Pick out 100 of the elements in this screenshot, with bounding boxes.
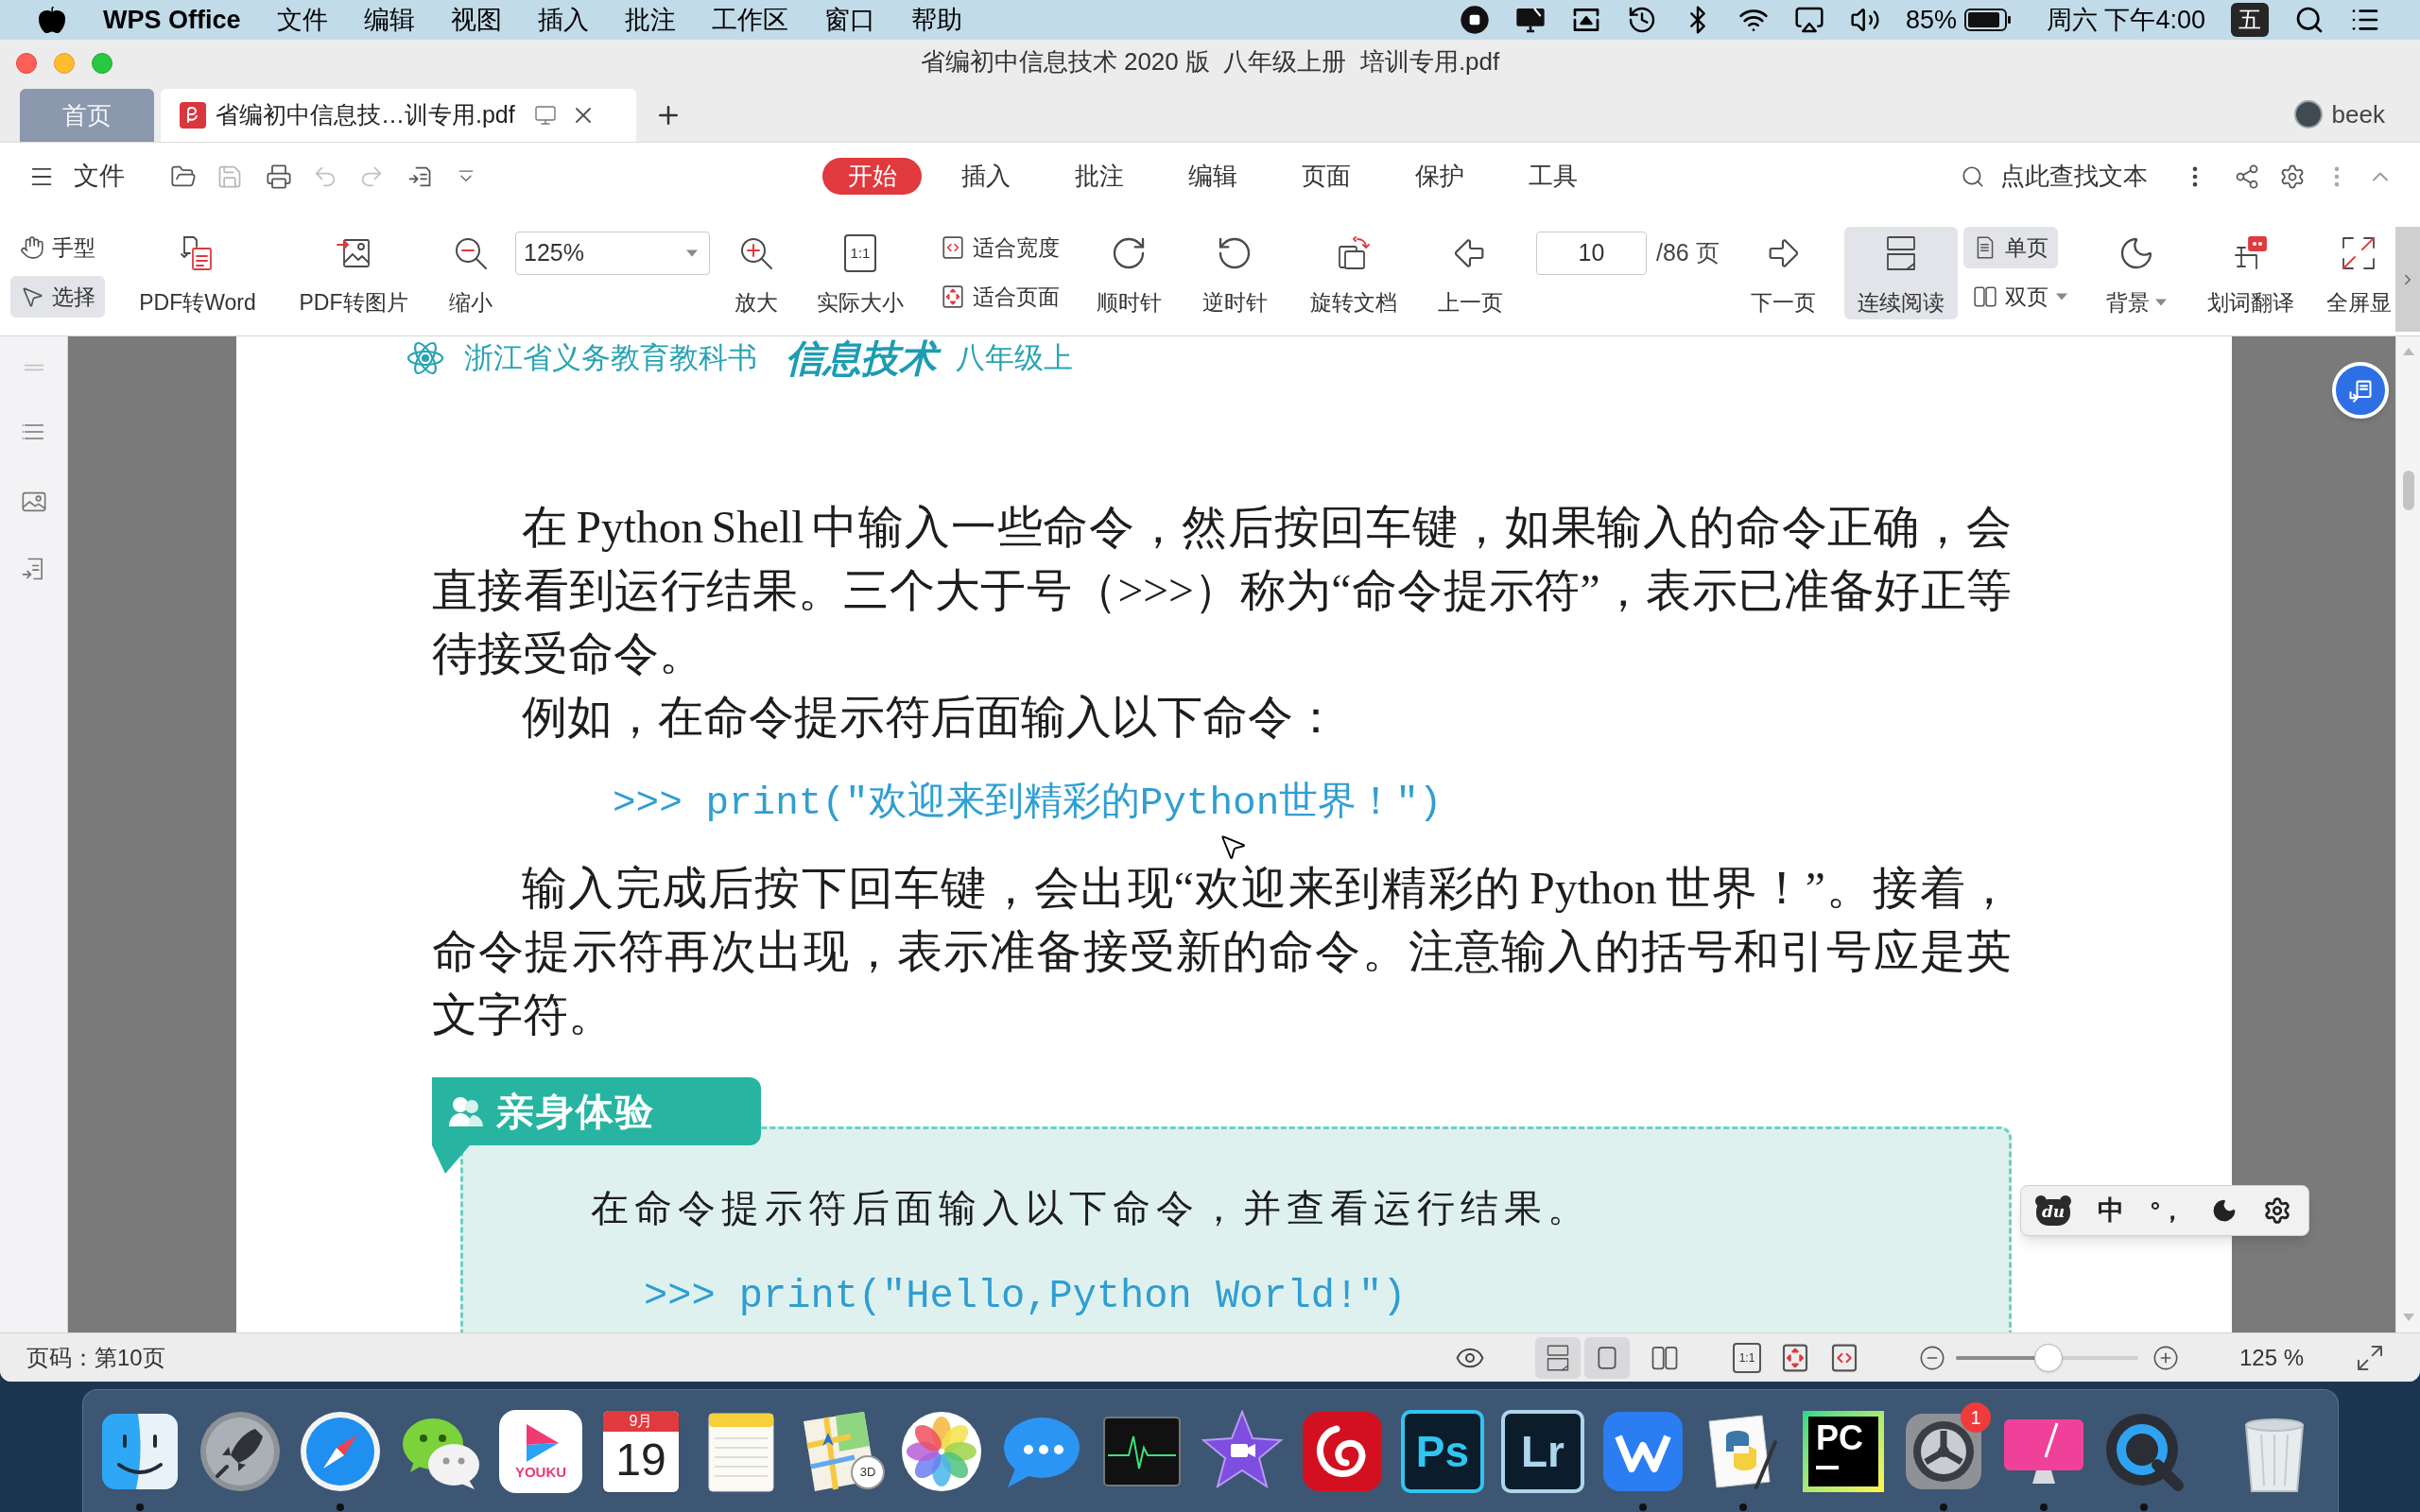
floating-action-button[interactable]: [2332, 362, 2389, 419]
toolbar-button[interactable]: 划词翻译: [2199, 227, 2303, 319]
menu-item[interactable]: 文件: [276, 0, 328, 40]
ribbon-tab[interactable]: 页面: [1276, 158, 1375, 195]
monitor-icon[interactable]: [533, 104, 557, 127]
ribbon-tab[interactable]: 工具: [1503, 158, 1602, 195]
search-icon: [1961, 163, 1985, 189]
toolbar-button[interactable]: 选择: [10, 276, 105, 318]
language-mode-toggle[interactable]: 中: [2098, 1191, 2125, 1230]
window-title: 省编初中信息技术 2020 版 八年级上册 培训专用.pdf: [920, 45, 1500, 77]
view-mode-button[interactable]: [1535, 1336, 1581, 1379]
toolbar-button[interactable]: 放大: [723, 227, 789, 319]
toolbar-button[interactable]: 适合页面: [931, 276, 1069, 318]
menu-item[interactable]: 窗口: [823, 0, 875, 40]
avatar-icon[interactable]: [2293, 100, 2323, 129]
zoom-slider[interactable]: [1956, 1343, 2138, 1372]
zoom-percentage: 125 %: [2238, 1343, 2304, 1372]
section-title: 亲身体验: [496, 1090, 655, 1134]
menu-item[interactable]: 帮助: [910, 0, 962, 40]
play-tile-icon[interactable]: YOUKU: [499, 1410, 582, 1493]
page-number-field[interactable]: 10: [1536, 232, 1647, 275]
body-paragraph: 例如，在命令提示符后面输入以下命令：: [521, 692, 1340, 744]
subject-title: 信息技术: [786, 336, 944, 380]
toolbar-button[interactable]: 上一页: [1427, 227, 1512, 319]
hand-icon: [20, 235, 44, 260]
menu-item[interactable]: 插入: [537, 0, 589, 40]
toolbar-button[interactable]: 全屏显: [2322, 227, 2395, 319]
toolbar-button[interactable]: 下一页: [1740, 227, 1825, 319]
toolbar-button[interactable]: 单页: [1963, 227, 2058, 268]
calendar-icon[interactable]: 9月 19: [603, 1411, 679, 1492]
body-paragraph: 输入完成后按下回车键，会出现“欢迎来到精彩的 Python 世界！”。接着，命令提示符再次出现，表示准备接受新的命令。注意输入的括号和引号应是英文字符。: [432, 863, 2012, 1041]
page-indicator: 页码：第10页: [26, 1343, 165, 1372]
window-close-icon[interactable]: [16, 53, 37, 74]
page-total: /86 页: [1656, 238, 1720, 268]
atom-logo-icon: [406, 341, 444, 375]
share-icon[interactable]: [2234, 163, 2260, 190]
letter-tile-icon[interactable]: Lr: [1501, 1410, 1584, 1493]
scrollbar-thumb[interactable]: [2402, 471, 2414, 510]
toolbar-button[interactable]: 背景: [2094, 227, 2179, 319]
toolbar-button[interactable]: 缩小: [438, 227, 504, 319]
caret-icon: [686, 249, 698, 257]
activity-instruction: 在命令提示符后面输入以下命令，并查看运行结果。: [591, 1186, 1591, 1231]
ribbon-tab[interactable]: 开始: [822, 158, 922, 195]
corner-arrows-icon: [2340, 234, 2377, 272]
file-menu[interactable]: 文件: [74, 157, 125, 196]
menu-item[interactable]: 工作区: [711, 0, 788, 40]
printer-icon[interactable]: [266, 163, 292, 190]
ribbon-tab[interactable]: 批注: [1049, 158, 1149, 195]
zoom-in-icon[interactable]: [2152, 1344, 2179, 1371]
calendar-day: 19: [615, 1432, 666, 1488]
menu-item[interactable]: 批注: [624, 0, 676, 40]
page-arrows-icon[interactable]: [1780, 1342, 1810, 1373]
search-icon[interactable]: [2294, 5, 2325, 35]
toolbar-button[interactable]: 1:1 实际大小: [808, 227, 912, 319]
battery-percentage: 85%: [1905, 4, 1957, 36]
toolbar-button[interactable]: 双页: [1963, 276, 2077, 318]
letter-tile-icon[interactable]: Ps: [1401, 1410, 1484, 1493]
toolbar-button[interactable]: 连续阅读: [1844, 227, 1958, 319]
airplay-icon[interactable]: [1793, 5, 1824, 35]
page-ratio-icon: 1:1: [844, 234, 876, 272]
document-tab[interactable]: 省编初中信息技…训专用.pdf: [161, 89, 636, 142]
zoom-combobox[interactable]: 125%: [515, 232, 710, 275]
menu-item[interactable]: 视图: [450, 0, 502, 40]
punctuation-toggle[interactable]: °，: [2150, 1192, 2186, 1229]
account-name[interactable]: beek: [2331, 95, 2385, 133]
ribbon-tab[interactable]: 插入: [936, 158, 1035, 195]
toolbar-button[interactable]: PDF转Word: [131, 227, 264, 319]
battery-icon[interactable]: [1963, 8, 2012, 32]
stop-circle-icon[interactable]: [1459, 5, 1490, 35]
menu-item[interactable]: 编辑: [363, 0, 415, 40]
page-ratio-icon[interactable]: 1:1: [1733, 1342, 1761, 1373]
settings-icon[interactable]: [2262, 1196, 2291, 1225]
apple-icon[interactable]: [37, 5, 67, 35]
toolbar-button[interactable]: PDF转图片: [287, 227, 420, 319]
page-chevrons-icon: [941, 235, 965, 260]
two-pages-icon: [1973, 284, 1997, 309]
view-mode-button[interactable]: [1584, 1336, 1630, 1379]
ribbon-tab[interactable]: 保护: [1390, 158, 1489, 195]
clock[interactable]: 周六 下午4:00: [2046, 0, 2205, 40]
page-arrows-icon: [941, 284, 965, 309]
app-menu[interactable]: WPS Office: [103, 0, 241, 40]
search-field[interactable]: 点此查找文本: [1961, 157, 2148, 196]
page-chevrons-icon[interactable]: [1829, 1342, 1859, 1373]
pdf-file-icon: [180, 102, 206, 129]
toolbar-button[interactable]: 手型: [10, 227, 105, 268]
text-cursor-bubble-icon: [2232, 234, 2270, 272]
body-paragraph: 在 Python Shell 中输入一些命令，然后按回车键，如果输入的命令正确，会直接看到运行结果。三个大于号（>>>）称为“命令提示符”，表示已准备好正等待接受命令。: [432, 502, 2012, 680]
zoom-out-icon[interactable]: [1919, 1344, 1945, 1371]
notification-badge: 1: [1961, 1402, 1991, 1433]
people-icon: [447, 1094, 485, 1128]
framed-letter-tile-icon[interactable]: PC: [1803, 1411, 1884, 1492]
ribbon-tab[interactable]: 编辑: [1163, 158, 1262, 195]
toolbar-button[interactable]: 旋转文档: [1302, 227, 1406, 319]
settings-icon[interactable]: [2279, 163, 2306, 190]
toolbar-button[interactable]: 适合宽度: [931, 227, 1069, 268]
zoom-slider-thumb[interactable]: [2034, 1343, 2064, 1372]
toolbar-button[interactable]: 顺时针: [1086, 227, 1171, 319]
grade-title: 八年级上: [956, 339, 1073, 376]
input-method-icon[interactable]: 五: [2231, 3, 2269, 37]
toolbar-button[interactable]: 逆时针: [1192, 227, 1277, 319]
